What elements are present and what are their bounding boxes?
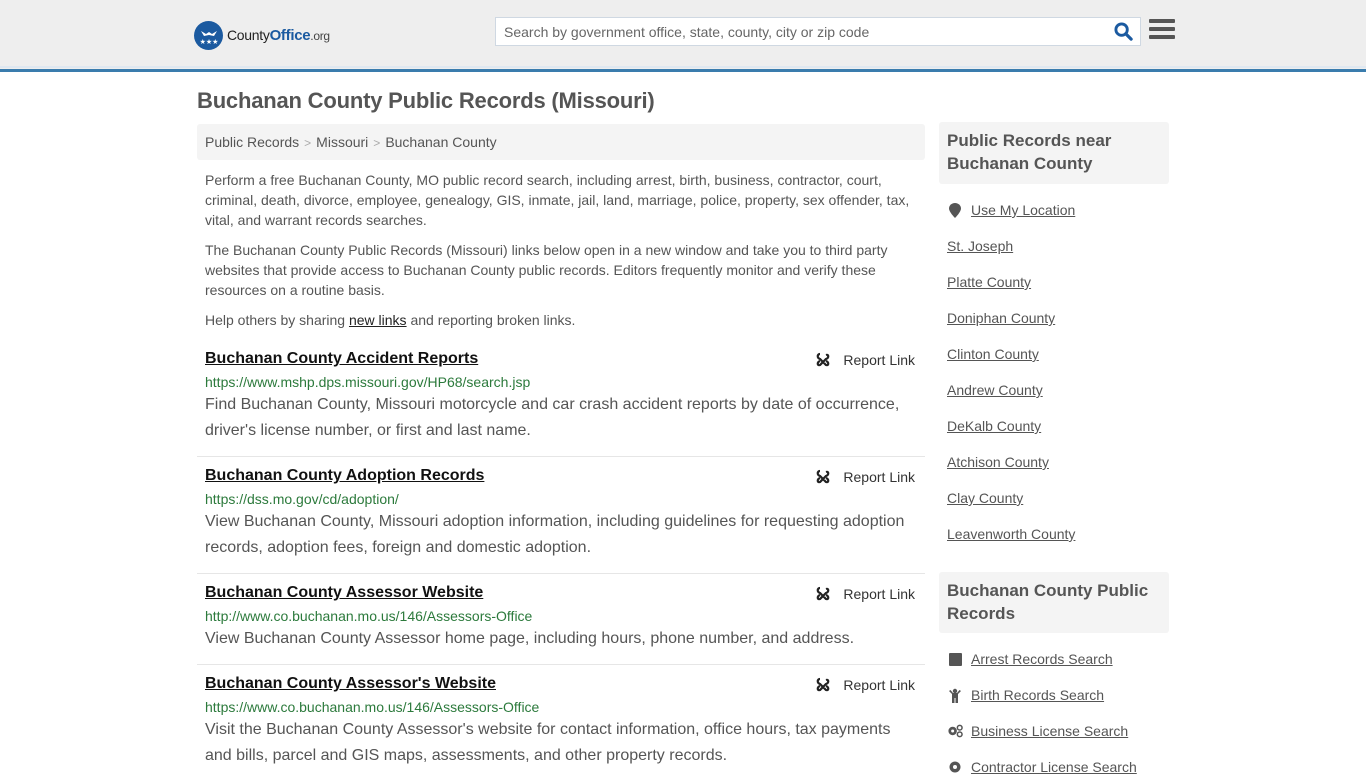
arrest-records-label: Arrest Records Search — [971, 651, 1113, 667]
search-input[interactable] — [496, 18, 1106, 45]
report-link-label: Report Link — [843, 352, 915, 368]
birth-records-search-link[interactable]: Birth Records Search — [947, 687, 1104, 703]
help-paragraph: Help others by sharing new links and rep… — [205, 310, 920, 330]
square-icon — [947, 652, 963, 666]
nearby-link-doniphan-county[interactable]: Doniphan County — [947, 310, 1055, 326]
new-links-link[interactable]: new links — [349, 312, 407, 328]
broken-link-icon — [817, 352, 830, 367]
breadcrumb-missouri[interactable]: Missouri — [316, 134, 368, 150]
report-link-label: Report Link — [843, 586, 915, 602]
top-header: ★★★ CountyOffice.org — [0, 0, 1366, 72]
broken-link-icon — [817, 677, 830, 692]
breadcrumb-separator: > — [304, 136, 312, 150]
menu-bar — [1149, 27, 1175, 31]
listing-url[interactable]: http://www.co.buchanan.mo.us/146/Assesso… — [205, 608, 917, 624]
business-license-search-link[interactable]: Business License Search — [947, 723, 1128, 739]
breadcrumb-current: Buchanan County — [385, 134, 497, 150]
page-title: Buchanan County Public Records (Missouri… — [197, 88, 655, 113]
menu-bar — [1149, 19, 1175, 23]
arrest-records-search-link[interactable]: Arrest Records Search — [947, 651, 1113, 667]
breadcrumb-separator: > — [373, 136, 381, 150]
intro-text: Perform a free Buchanan County, MO publi… — [205, 170, 920, 340]
help-text: and reporting broken links. — [406, 312, 576, 328]
birth-records-label: Birth Records Search — [971, 687, 1105, 703]
nearby-link-leavenworth-county[interactable]: Leavenworth County — [947, 526, 1075, 542]
nearby-link-andrew-county[interactable]: Andrew County — [947, 382, 1043, 398]
help-text: Help others by sharing — [205, 312, 349, 328]
search-icon — [1113, 22, 1133, 41]
site-logo[interactable]: ★★★ CountyOffice.org — [194, 21, 330, 50]
gears-icon — [947, 724, 963, 738]
listing-description: Find Buchanan County, Missouri motorcycl… — [205, 396, 900, 439]
svg-text:★★★: ★★★ — [199, 38, 218, 46]
use-my-location-link[interactable]: Use My Location — [947, 202, 1075, 218]
broken-link-icon — [817, 586, 830, 601]
listing-title-link[interactable]: Buchanan County Assessor's Website — [205, 675, 496, 693]
listing-url[interactable]: https://dss.mo.gov/cd/adoption/ — [205, 491, 917, 507]
nearby-link-dekalb-county[interactable]: DeKalb County — [947, 418, 1041, 434]
map-marker-icon — [947, 202, 963, 218]
eagle-stars-logo-icon: ★★★ — [194, 21, 223, 50]
contractor-license-label: Contractor License Search — [971, 759, 1137, 775]
listing-item: Buchanan County Assessor Website Report … — [197, 583, 925, 665]
intro-paragraph: Perform a free Buchanan County, MO publi… — [205, 172, 910, 228]
report-link-label: Report Link — [843, 469, 915, 485]
report-link-button[interactable]: Report Link — [815, 352, 915, 368]
report-link-button[interactable]: Report Link — [815, 677, 915, 693]
broken-link-icon — [817, 469, 830, 484]
listing-item: Buchanan County Accident Reports Report … — [197, 349, 925, 457]
nearby-records-heading: Public Records near Buchanan County — [939, 122, 1169, 184]
intro-paragraph: The Buchanan County Public Records (Miss… — [205, 242, 888, 298]
nearby-link-atchison-county[interactable]: Atchison County — [947, 454, 1049, 470]
nearby-link-clinton-county[interactable]: Clinton County — [947, 346, 1039, 362]
hamburger-menu-button[interactable] — [1149, 19, 1175, 43]
listing-description: View Buchanan County Assessor home page,… — [205, 630, 855, 647]
report-link-button[interactable]: Report Link — [815, 586, 915, 602]
breadcrumb: Public Records > Missouri > Buchanan County — [197, 124, 925, 160]
listing-description: Visit the Buchanan County Assessor's web… — [205, 721, 891, 764]
listing-item: Buchanan County Assessor's Website Repor… — [197, 674, 925, 782]
logo-text: CountyOffice.org — [227, 27, 330, 44]
county-records-heading: Buchanan County Public Records — [939, 572, 1169, 633]
contractor-license-search-link[interactable]: Contractor License Search — [947, 759, 1137, 775]
nearby-link-clay-county[interactable]: Clay County — [947, 490, 1023, 506]
listing-item: Buchanan County Adoption Records Report … — [197, 466, 925, 574]
breadcrumb-public-records[interactable]: Public Records — [205, 134, 299, 150]
listing-title-link[interactable]: Buchanan County Adoption Records — [205, 467, 484, 485]
search-bar — [495, 17, 1141, 46]
use-my-location-label: Use My Location — [971, 202, 1076, 218]
listing-url[interactable]: https://www.mshp.dps.missouri.gov/HP68/s… — [205, 374, 917, 390]
business-license-label: Business License Search — [971, 723, 1129, 739]
search-button[interactable] — [1106, 18, 1140, 45]
report-link-button[interactable]: Report Link — [815, 469, 915, 485]
report-link-label: Report Link — [843, 677, 915, 693]
listing-title-link[interactable]: Buchanan County Accident Reports — [205, 350, 478, 368]
nearby-link-platte-county[interactable]: Platte County — [947, 274, 1031, 290]
listing-title-link[interactable]: Buchanan County Assessor Website — [205, 584, 483, 602]
gear-icon — [947, 760, 963, 774]
nearby-link-st-joseph[interactable]: St. Joseph — [947, 238, 1013, 254]
listing-url[interactable]: https://www.co.buchanan.mo.us/146/Assess… — [205, 699, 917, 715]
menu-bar — [1149, 35, 1175, 39]
listing-description: View Buchanan County, Missouri adoption … — [205, 513, 905, 556]
child-icon — [947, 688, 963, 703]
